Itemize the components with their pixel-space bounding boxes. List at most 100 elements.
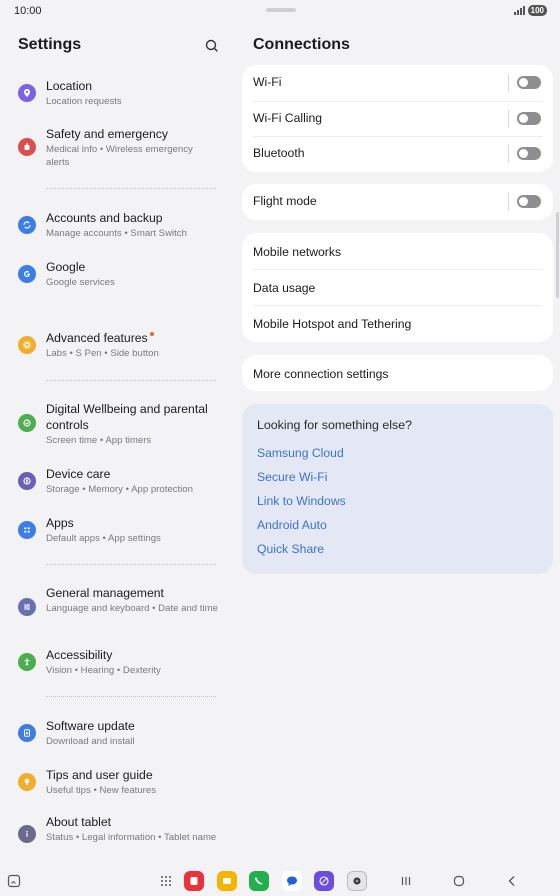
- section-divider: [46, 564, 216, 565]
- menu-item-label: Software update: [46, 719, 135, 733]
- flight-mode-toggle[interactable]: [517, 195, 541, 208]
- menu-item-subtitle: Download and install: [46, 736, 135, 747]
- screenshot-button[interactable]: [4, 871, 24, 891]
- back-button[interactable]: [502, 871, 522, 891]
- menu-item-subtitle: Vision • Hearing • Dexterity: [46, 665, 161, 676]
- menu-item-label: General management: [46, 586, 164, 600]
- menu-item-device-care[interactable]: Device care Storage • Memory • App prote…: [0, 464, 233, 500]
- menu-item-subtitle: Storage • Memory • App protection: [46, 484, 193, 495]
- link-android-auto[interactable]: Android Auto: [257, 518, 327, 532]
- menu-item-label: About tablet: [46, 815, 112, 829]
- menu-item-subtitle: Language and keyboard • Date and time: [46, 603, 218, 614]
- wifi-calling-toggle[interactable]: [517, 112, 541, 125]
- menu-item-advanced-features[interactable]: Advanced features Labs • S Pen • Side bu…: [0, 328, 233, 364]
- link-secure-wifi[interactable]: Secure Wi-Fi: [257, 470, 327, 484]
- menu-item-accounts-backup[interactable]: Accounts and backup Manage accounts • Sm…: [0, 208, 233, 244]
- row-label: Bluetooth: [253, 146, 305, 160]
- section-divider: [46, 696, 216, 697]
- recent-apps-icon: [401, 877, 411, 885]
- menu-item-subtitle: Location requests: [46, 96, 122, 107]
- menu-item-label: Digital Wellbeing and parental controls: [46, 402, 208, 432]
- software-update-icon: [18, 724, 36, 742]
- menu-item-digital-wellbeing[interactable]: Digital Wellbeing and parental controls …: [0, 400, 233, 448]
- menu-item-label: Accessibility: [46, 648, 113, 662]
- menu-item-label: Device care: [46, 467, 111, 481]
- battery-icon: 100: [527, 5, 547, 16]
- row-mobile-networks[interactable]: Mobile networks: [242, 233, 553, 269]
- row-label: Mobile Hotspot and Tethering: [253, 317, 412, 331]
- recent-apps-button[interactable]: [396, 871, 416, 891]
- menu-item-subtitle: Labs • S Pen • Side button: [46, 348, 159, 359]
- section-divider: [46, 380, 216, 381]
- notes-icon[interactable]: [217, 871, 237, 891]
- row-wifi[interactable]: Wi-Fi: [242, 65, 553, 101]
- search-button[interactable]: [202, 36, 222, 56]
- menu-item-accessibility[interactable]: Accessibility Vision • Hearing • Dexteri…: [0, 645, 233, 681]
- settings-list-pane: Settings Location Location requests Safe…: [0, 24, 233, 866]
- wellbeing-icon: [18, 414, 36, 432]
- menu-item-tips-user-guide[interactable]: Tips and user guide Useful tips • New fe…: [0, 765, 233, 801]
- home-icon: [453, 875, 465, 887]
- google-icon: [18, 265, 36, 283]
- scrollbar[interactable]: [556, 212, 559, 298]
- row-more-connection-settings[interactable]: More connection settings: [242, 355, 553, 391]
- card-networks: Mobile networks Data usage Mobile Hotspo…: [242, 233, 553, 342]
- row-flight-mode[interactable]: Flight mode: [242, 184, 553, 220]
- card-flight-mode: Flight mode: [242, 184, 553, 220]
- app-drawer-button[interactable]: [156, 871, 176, 891]
- device-care-icon: [18, 472, 36, 490]
- back-icon: [508, 876, 515, 886]
- row-label: Data usage: [253, 281, 316, 295]
- sync-icon: [18, 216, 36, 234]
- screenshot-icon: [7, 874, 21, 888]
- camera-icon[interactable]: [347, 871, 367, 891]
- section-divider: [46, 188, 216, 189]
- menu-item-general-management[interactable]: General management Language and keyboard…: [0, 584, 233, 632]
- menu-item-apps[interactable]: Apps Default apps • App settings: [0, 513, 233, 549]
- menu-item-label: Safety and emergency: [46, 127, 168, 141]
- tips-icon: [18, 773, 36, 791]
- new-badge-dot: [149, 332, 154, 336]
- row-mobile-hotspot[interactable]: Mobile Hotspot and Tethering: [242, 305, 553, 341]
- menu-item-about-tablet[interactable]: About tablet Status • Legal information …: [0, 813, 233, 861]
- row-data-usage[interactable]: Data usage: [242, 269, 553, 305]
- home-button[interactable]: [449, 871, 469, 891]
- accessibility-icon: [18, 653, 36, 671]
- menu-item-software-update[interactable]: Software update Download and install: [0, 716, 233, 752]
- wifi-toggle[interactable]: [517, 76, 541, 89]
- card-more-settings: More connection settings: [242, 355, 553, 391]
- internet-icon[interactable]: [314, 871, 334, 891]
- connections-title: Connections: [253, 36, 350, 53]
- menu-item-label: Accounts and backup: [46, 211, 163, 225]
- phone-icon[interactable]: [249, 871, 269, 891]
- row-divider: [508, 145, 509, 163]
- signal-icon: [513, 6, 525, 15]
- page-title: Settings: [18, 36, 82, 53]
- menu-item-safety-emergency[interactable]: Safety and emergency Medical info • Wire…: [0, 124, 233, 172]
- app-drawer-icon: [161, 876, 171, 886]
- row-label: Flight mode: [253, 194, 317, 208]
- menu-item-label: Apps: [46, 516, 74, 530]
- menu-item-location[interactable]: Location Location requests: [0, 76, 233, 112]
- bluetooth-toggle[interactable]: [517, 147, 541, 160]
- row-bluetooth[interactable]: Bluetooth: [242, 136, 553, 172]
- messages-icon[interactable]: [282, 871, 302, 891]
- menu-item-subtitle: Medical info • Wireless emergency alerts: [46, 144, 193, 168]
- info-icon: [18, 825, 36, 843]
- row-label: More connection settings: [253, 367, 389, 381]
- status-time: 10:00: [14, 5, 42, 17]
- general-management-icon: [18, 598, 36, 616]
- menu-item-label: Advanced features: [46, 330, 218, 346]
- cam-app-icon[interactable]: [184, 871, 204, 891]
- row-wifi-calling[interactable]: Wi-Fi Calling: [242, 101, 553, 137]
- menu-item-label: Tips and user guide: [46, 768, 153, 782]
- row-divider: [508, 110, 509, 128]
- status-bar: 10:00 100: [0, 0, 560, 24]
- link-to-windows[interactable]: Link to Windows: [257, 494, 346, 508]
- row-label: Mobile networks: [253, 245, 342, 259]
- menu-item-subtitle: Useful tips • New features: [46, 785, 157, 796]
- link-samsung-cloud[interactable]: Samsung Cloud: [257, 446, 344, 460]
- menu-item-google[interactable]: Google Google services: [0, 257, 233, 293]
- pane-drag-handle[interactable]: [266, 8, 296, 12]
- link-quick-share[interactable]: Quick Share: [257, 542, 324, 556]
